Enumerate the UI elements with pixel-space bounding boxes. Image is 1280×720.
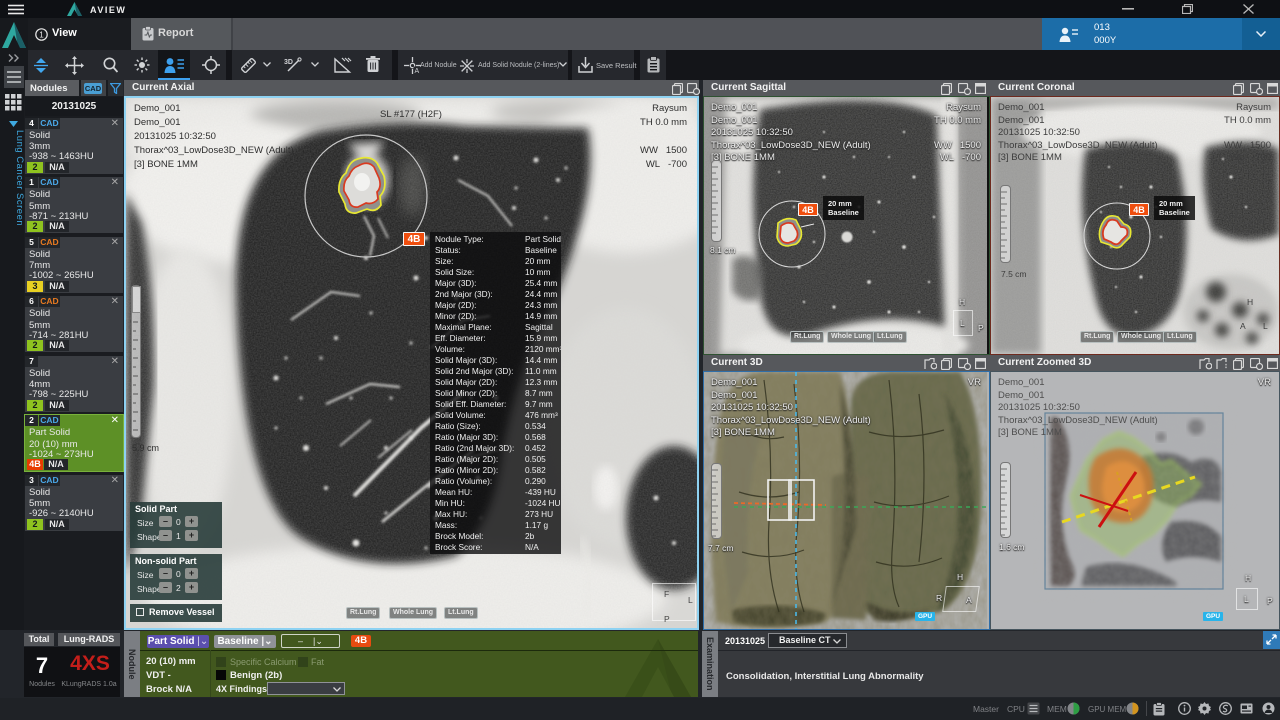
svg-text:1: 1 bbox=[39, 31, 44, 40]
svg-text:3D: 3D bbox=[284, 59, 293, 66]
svg-text:A: A bbox=[415, 68, 420, 74]
